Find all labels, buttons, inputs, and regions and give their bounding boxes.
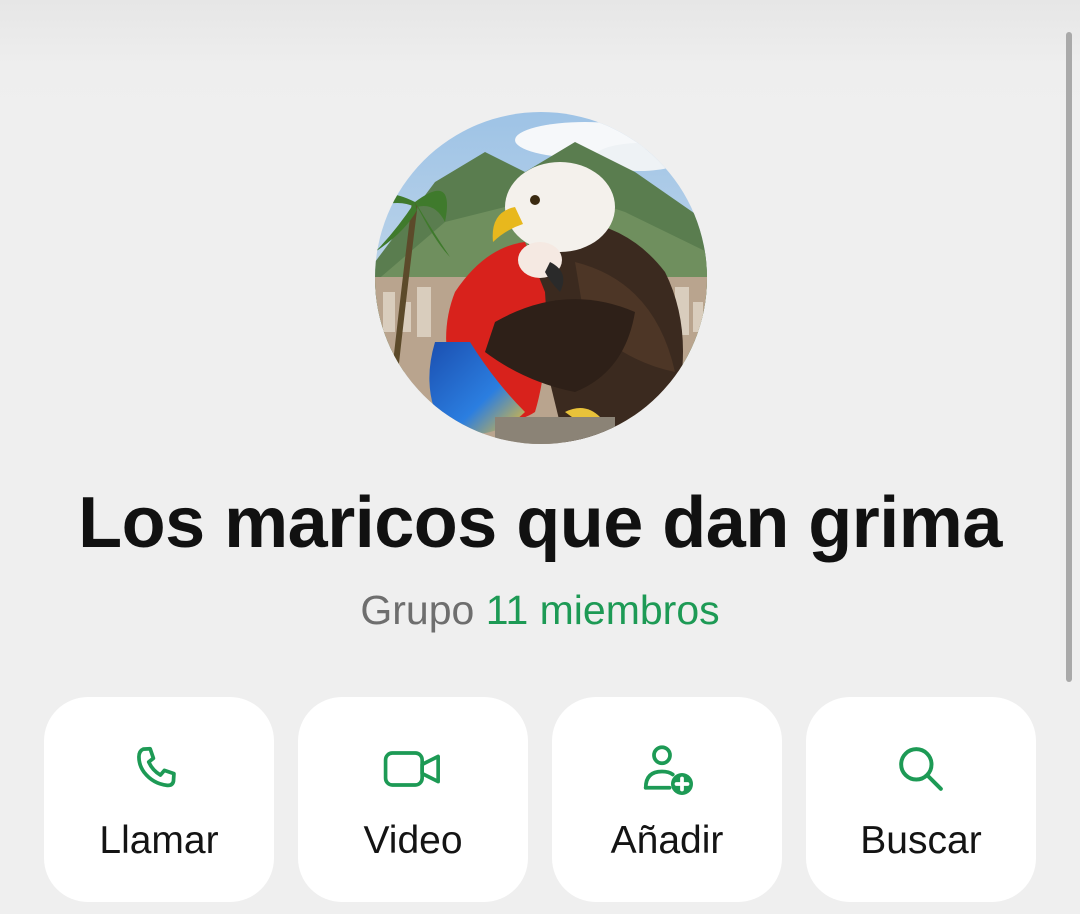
video-camera-icon (298, 741, 528, 797)
video-button[interactable]: Video (298, 697, 528, 902)
group-name: Los maricos que dan grima (78, 483, 1002, 563)
group-avatar[interactable] (375, 112, 707, 444)
add-member-label: Añadir (610, 819, 724, 862)
call-button[interactable]: Llamar (44, 697, 274, 902)
search-icon (806, 741, 1036, 797)
search-label: Buscar (860, 819, 982, 862)
action-bar: Llamar Video Añadir Buscar (44, 697, 1036, 902)
phone-icon (44, 741, 274, 797)
group-subtitle: Grupo 11 miembros (0, 587, 1080, 634)
video-label: Video (363, 819, 463, 862)
group-kind: Grupo (360, 587, 475, 633)
search-button[interactable]: Buscar (806, 697, 1036, 902)
member-count-link[interactable]: 11 miembros (486, 587, 720, 633)
add-member-button[interactable]: Añadir (552, 697, 782, 902)
scrollbar[interactable] (1066, 32, 1072, 682)
header-shade (0, 0, 1080, 110)
group-avatar-image (375, 112, 707, 444)
call-label: Llamar (99, 819, 219, 862)
add-person-icon (552, 741, 782, 797)
